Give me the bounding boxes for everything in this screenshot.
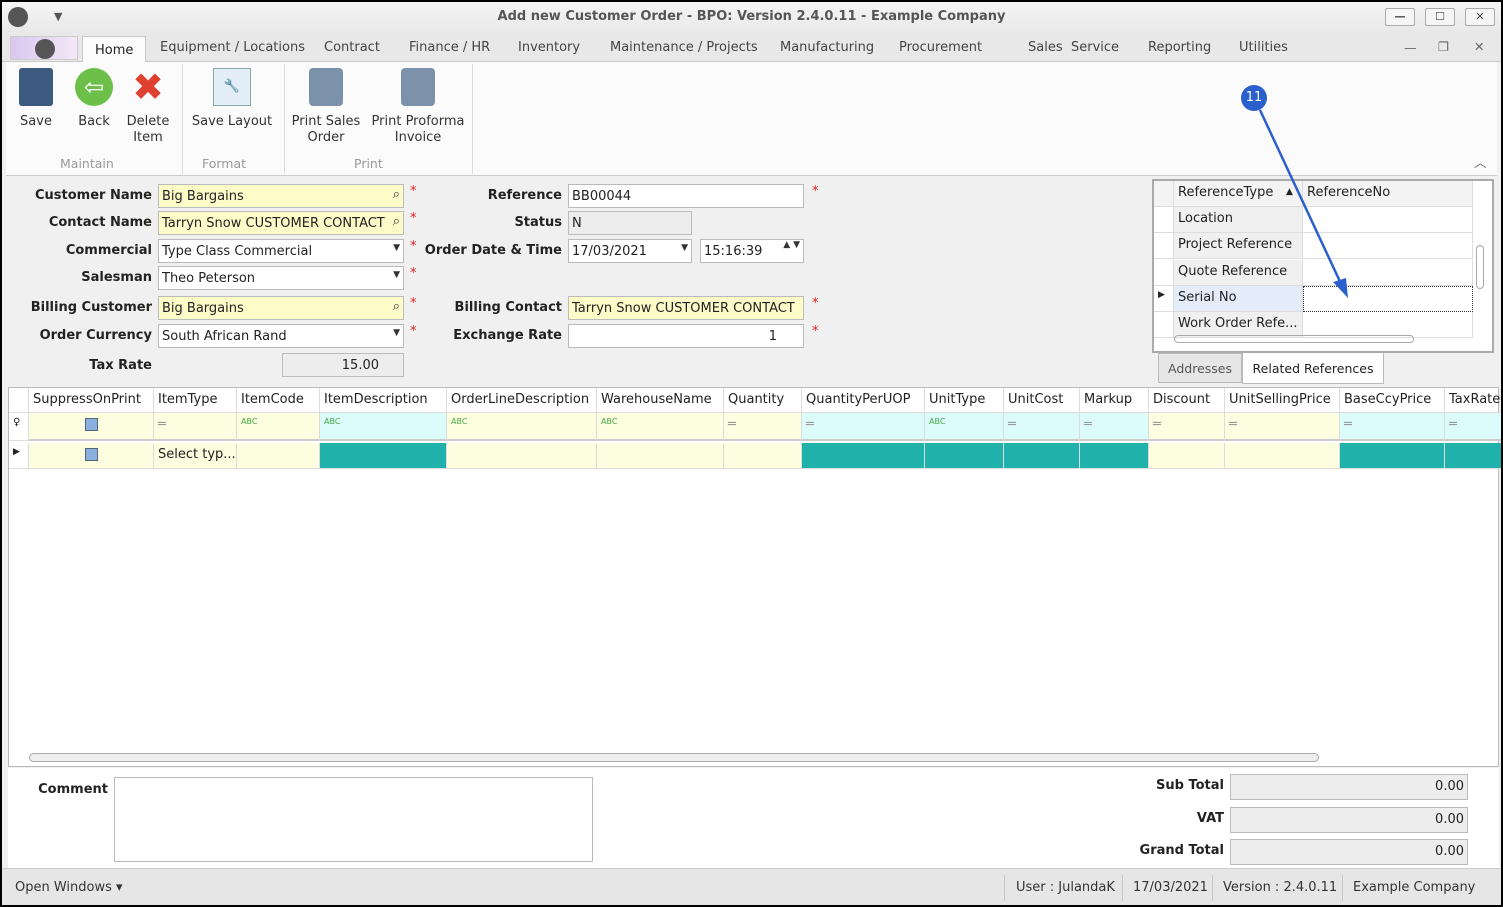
filter-cell[interactable]: ABC (447, 413, 597, 441)
row-indicator-header (9, 388, 29, 413)
equals-filter-icon: ═ (1084, 417, 1092, 432)
filter-cell[interactable]: ═ (1080, 413, 1149, 441)
annotation-badge-number: 11 (1245, 90, 1263, 105)
app-window: ▼ Add new Customer Order - BPO: Version … (2, 2, 1501, 905)
arrow-head (1333, 278, 1348, 298)
text-filter-icon: ABC (451, 417, 468, 426)
status-version: Version : 2.4.0.11 (1223, 880, 1338, 895)
column-header-suppressonprint[interactable]: SuppressOnPrint (29, 388, 154, 413)
equals-filter-icon: ═ (1344, 417, 1352, 432)
equals-filter-icon: ═ (158, 417, 166, 432)
filter-cell[interactable]: ═ (1149, 413, 1225, 441)
column-header-itemdescription[interactable]: ItemDescription (320, 388, 447, 413)
column-header-baseccyprice[interactable]: BaseCcyPrice (1340, 388, 1445, 413)
filter-cell[interactable]: ═ (154, 413, 237, 441)
filter-cell[interactable]: ═ (724, 413, 802, 441)
status-date: 17/03/2021 (1133, 880, 1208, 895)
column-header-taxrate[interactable]: TaxRate (1445, 388, 1501, 413)
comment-textarea[interactable] (114, 777, 593, 862)
horizontal-scrollbar[interactable] (29, 753, 1319, 762)
filter-cell[interactable]: ABC (320, 413, 447, 441)
text-filter-icon: ABC (601, 417, 618, 426)
checkbox-icon[interactable] (84, 448, 98, 461)
column-header-orderlinedescription[interactable]: OrderLineDescription (447, 388, 597, 413)
new-row-cell[interactable] (802, 443, 925, 469)
new-row-cell[interactable] (447, 443, 597, 469)
text-filter-icon: ABC (929, 417, 946, 426)
filter-cell[interactable]: ABC (925, 413, 1004, 441)
status-bar: Open Windows ▾ User : JulandaK 17/03/202… (2, 868, 1501, 905)
equals-filter-icon: ═ (1229, 417, 1237, 432)
column-header-unittype[interactable]: UnitType (925, 388, 1004, 413)
filter-pin-icon: ♀ (9, 413, 29, 441)
checkbox-icon[interactable] (84, 418, 98, 431)
divider (1212, 875, 1213, 901)
row-indicator-icon: ▶ (9, 443, 29, 469)
column-header-unitsellingprice[interactable]: UnitSellingPrice (1225, 388, 1340, 413)
new-row-cell[interactable] (1004, 443, 1080, 469)
text-filter-icon: ABC (241, 417, 258, 426)
filter-cell[interactable]: ═ (1225, 413, 1340, 441)
open-windows-menu[interactable]: Open Windows ▾ (15, 880, 123, 895)
status-user: User : JulandaK (1016, 880, 1115, 895)
new-row-cell[interactable] (320, 443, 447, 469)
arrow-line (1258, 109, 1345, 289)
column-header-quantityperuop[interactable]: QuantityPerUOP (802, 388, 925, 413)
grand-total-value: 0.00 (1230, 839, 1468, 865)
filter-cell[interactable]: ═ (1445, 413, 1501, 441)
filter-cell[interactable]: ABC (237, 413, 320, 441)
new-row-cell[interactable] (1225, 443, 1340, 469)
equals-filter-icon: ═ (1449, 417, 1457, 432)
column-header-discount[interactable]: Discount (1149, 388, 1225, 413)
grand-total-label: Grand Total (1139, 843, 1224, 858)
new-row-cell[interactable] (1080, 443, 1149, 469)
column-header-markup[interactable]: Markup (1080, 388, 1149, 413)
order-lines-grid: ♀ ▶ SuppressOnPrint ItemType ═ Select typ... I… (8, 387, 1501, 767)
equals-filter-icon: ═ (806, 417, 814, 432)
filter-cell[interactable]: ═ (802, 413, 925, 441)
sub-total-value: 0.00 (1230, 774, 1468, 800)
new-row-cell[interactable] (1149, 443, 1225, 469)
filter-cell[interactable] (29, 413, 154, 441)
filter-cell[interactable]: ═ (1340, 413, 1445, 441)
equals-filter-icon: ═ (1008, 417, 1016, 432)
filter-cell[interactable]: ═ (1004, 413, 1080, 441)
new-row-cell[interactable] (29, 443, 154, 469)
column-header-itemtype[interactable]: ItemType (154, 388, 237, 413)
text-filter-icon: ABC (324, 417, 341, 426)
equals-filter-icon: ═ (728, 417, 736, 432)
new-row-cell[interactable] (724, 443, 802, 469)
new-row-cell[interactable] (597, 443, 724, 469)
new-row-cell[interactable] (237, 443, 320, 469)
comment-label: Comment (38, 782, 108, 797)
column-header-warehousename[interactable]: WarehouseName (597, 388, 724, 413)
new-row-cell[interactable] (925, 443, 1004, 469)
filter-cell[interactable]: ABC (597, 413, 724, 441)
equals-filter-icon: ═ (1153, 417, 1161, 432)
column-header-quantity[interactable]: Quantity (724, 388, 802, 413)
divider (1004, 875, 1005, 901)
vat-label: VAT (1196, 811, 1224, 826)
new-row-cell[interactable]: Select typ... (154, 443, 237, 469)
status-company: Example Company (1353, 880, 1476, 895)
new-row-cell[interactable] (1340, 443, 1445, 469)
divider (1122, 875, 1123, 901)
vat-value: 0.00 (1230, 807, 1468, 833)
sub-total-label: Sub Total (1156, 778, 1224, 793)
totals-panel: Comment Sub Total 0.00 VAT 0.00 Grand To… (8, 768, 1499, 868)
new-row-cell[interactable] (1445, 443, 1501, 469)
column-header-unitcost[interactable]: UnitCost (1004, 388, 1080, 413)
column-header-itemcode[interactable]: ItemCode (237, 388, 320, 413)
divider (1342, 875, 1343, 901)
